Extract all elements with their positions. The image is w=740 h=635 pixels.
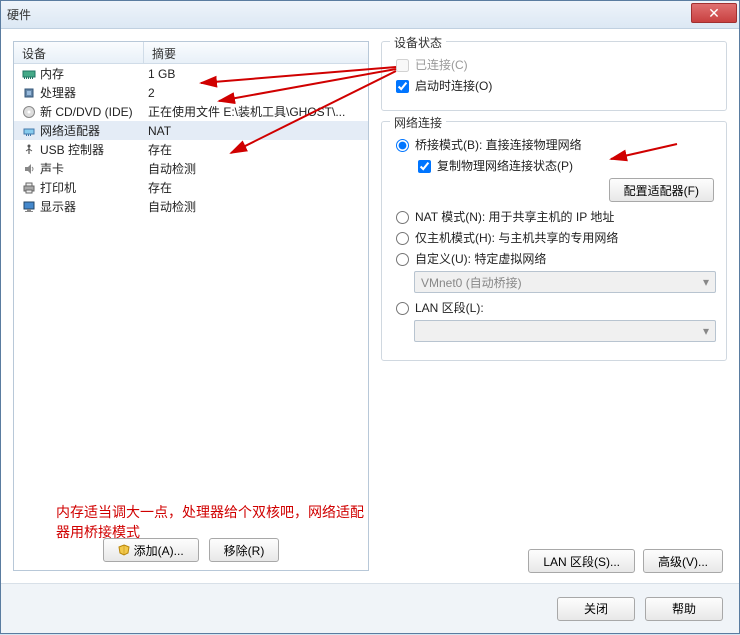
nat-label: NAT 模式(N): 用于共享主机的 IP 地址 — [415, 208, 614, 225]
device-row-printer[interactable]: 打印机 存在 — [14, 178, 368, 197]
usb-icon — [22, 143, 36, 157]
connect-on-power-checkbox[interactable] — [396, 80, 409, 93]
connected-checkbox — [396, 59, 409, 72]
device-row-cdrom[interactable]: 新 CD/DVD (IDE) 正在使用文件 E:\装机工具\GHOST\... — [14, 102, 368, 121]
hostonly-radio-row[interactable]: 仅主机模式(H): 与主机共享的专用网络 — [396, 229, 716, 246]
replicate-checkbox[interactable] — [418, 160, 431, 173]
bridged-label: 桥接模式(B): 直接连接物理网络 — [415, 136, 582, 153]
device-label: 声卡 — [40, 160, 64, 177]
device-row-display[interactable]: 显示器 自动检测 — [14, 197, 368, 216]
network-extra-buttons: LAN 区段(S)... 高级(V)... — [528, 549, 727, 573]
device-list-header: 设备 摘要 — [14, 42, 368, 64]
close-icon[interactable]: ✕ — [691, 3, 737, 23]
printer-icon — [22, 181, 36, 195]
shield-icon — [118, 544, 130, 556]
chevron-down-icon: ▾ — [703, 324, 709, 338]
bridged-radio[interactable] — [396, 139, 409, 152]
vmnet-dropdown: VMnet0 (自动桥接) ▾ — [414, 271, 716, 293]
device-label: 新 CD/DVD (IDE) — [40, 103, 133, 120]
device-row-sound[interactable]: 声卡 自动检测 — [14, 159, 368, 178]
device-summary: 自动检测 — [144, 198, 364, 215]
device-settings-panel: 设备状态 已连接(C) 启动时连接(O) 网络连接 桥接模式(B): 直接连接物… — [381, 41, 727, 571]
content-area: 设备 摘要 内存 1 GB 处理器 2 新 CD/DVD (IDE) 正在使用文… — [1, 29, 739, 583]
lan-label: LAN 区段(L): — [415, 299, 484, 316]
replicate-checkbox-row[interactable]: 复制物理网络连接状态(P) — [418, 157, 716, 174]
nat-radio-row[interactable]: NAT 模式(N): 用于共享主机的 IP 地址 — [396, 208, 716, 225]
memory-icon — [22, 67, 36, 81]
connected-label: 已连接(C) — [415, 56, 468, 73]
connect-on-power-label: 启动时连接(O) — [415, 77, 492, 94]
device-row-network[interactable]: 网络适配器 NAT — [14, 121, 368, 140]
device-row-usb[interactable]: USB 控制器 存在 — [14, 140, 368, 159]
add-button-label: 添加(A)... — [134, 542, 184, 559]
device-list: 内存 1 GB 处理器 2 新 CD/DVD (IDE) 正在使用文件 E:\装… — [14, 64, 368, 216]
window-title: 硬件 — [7, 6, 31, 23]
device-summary: 2 — [144, 86, 364, 100]
lan-radio-row[interactable]: LAN 区段(L): — [396, 299, 716, 316]
device-row-cpu[interactable]: 处理器 2 — [14, 83, 368, 102]
device-label: 网络适配器 — [40, 122, 100, 139]
vmnet-placeholder: VMnet0 (自动桥接) — [421, 274, 522, 291]
custom-label: 自定义(U): 特定虚拟网络 — [415, 250, 546, 267]
titlebar[interactable]: 硬件 ✕ — [1, 1, 739, 29]
close-button[interactable]: 关闭 — [557, 597, 635, 621]
speaker-icon — [22, 162, 36, 176]
device-summary: 正在使用文件 E:\装机工具\GHOST\... — [144, 103, 364, 120]
chevron-down-icon: ▾ — [703, 275, 709, 289]
device-label: USB 控制器 — [40, 141, 104, 158]
device-summary: NAT — [144, 124, 364, 138]
lan-radio[interactable] — [396, 302, 409, 315]
custom-radio[interactable] — [396, 253, 409, 266]
connect-on-power-checkbox-row[interactable]: 启动时连接(O) — [396, 77, 716, 94]
lan-segment-dropdown: ▾ — [414, 320, 716, 342]
group-title: 网络连接 — [390, 114, 446, 131]
lan-segments-button[interactable]: LAN 区段(S)... — [528, 549, 635, 573]
bridged-radio-row[interactable]: 桥接模式(B): 直接连接物理网络 — [396, 136, 716, 153]
column-summary[interactable]: 摘要 — [144, 42, 368, 63]
device-label: 显示器 — [40, 198, 76, 215]
device-label: 处理器 — [40, 84, 76, 101]
network-connection-group: 网络连接 桥接模式(B): 直接连接物理网络 复制物理网络连接状态(P) 配置适… — [381, 121, 727, 361]
hostonly-radio[interactable] — [396, 232, 409, 245]
device-summary: 存在 — [144, 141, 364, 158]
connected-checkbox-row[interactable]: 已连接(C) — [396, 56, 716, 73]
device-row-memory[interactable]: 内存 1 GB — [14, 64, 368, 83]
replicate-label: 复制物理网络连接状态(P) — [437, 157, 573, 174]
device-status-group: 设备状态 已连接(C) 启动时连接(O) — [381, 41, 727, 111]
device-summary: 1 GB — [144, 67, 364, 81]
group-title: 设备状态 — [390, 34, 446, 51]
column-device[interactable]: 设备 — [14, 42, 144, 63]
help-button[interactable]: 帮助 — [645, 597, 723, 621]
cpu-icon — [22, 86, 36, 100]
remove-button-label: 移除(R) — [224, 542, 265, 559]
advanced-button[interactable]: 高级(V)... — [643, 549, 723, 573]
device-label: 内存 — [40, 65, 64, 82]
annotation-text: 内存适当调大一点，处理器给个双核吧，网络适配器用桥接模式 — [56, 502, 368, 542]
device-list-panel: 设备 摘要 内存 1 GB 处理器 2 新 CD/DVD (IDE) 正在使用文… — [13, 41, 369, 571]
hostonly-label: 仅主机模式(H): 与主机共享的专用网络 — [415, 229, 618, 246]
disc-icon — [22, 105, 36, 119]
dialog-footer: 关闭 帮助 — [1, 583, 739, 633]
configure-adapters-button[interactable]: 配置适配器(F) — [609, 178, 714, 202]
network-icon — [22, 124, 36, 138]
hardware-dialog: 硬件 ✕ 设备 摘要 内存 1 GB 处理器 2 新 CD/DVD (IDE) — [0, 0, 740, 634]
device-summary: 自动检测 — [144, 160, 364, 177]
device-label: 打印机 — [40, 179, 76, 196]
monitor-icon — [22, 200, 36, 214]
nat-radio[interactable] — [396, 211, 409, 224]
device-summary: 存在 — [144, 179, 364, 196]
custom-radio-row[interactable]: 自定义(U): 特定虚拟网络 — [396, 250, 716, 267]
